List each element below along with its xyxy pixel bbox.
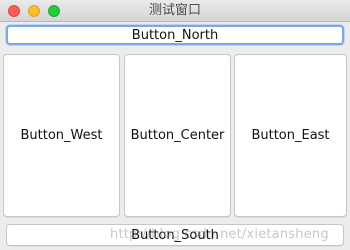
button-west[interactable]: Button_West: [3, 54, 120, 217]
button-center[interactable]: Button_Center: [124, 54, 231, 217]
button-north[interactable]: Button_North: [6, 25, 344, 45]
button-east[interactable]: Button_East: [234, 54, 347, 217]
app-window: 测试窗口 Button_North Button_West Button_Cen…: [0, 0, 350, 250]
button-south[interactable]: Button_South: [6, 224, 344, 246]
window-title: 测试窗口: [148, 3, 201, 18]
title-bar[interactable]: 测试窗口: [0, 0, 350, 22]
